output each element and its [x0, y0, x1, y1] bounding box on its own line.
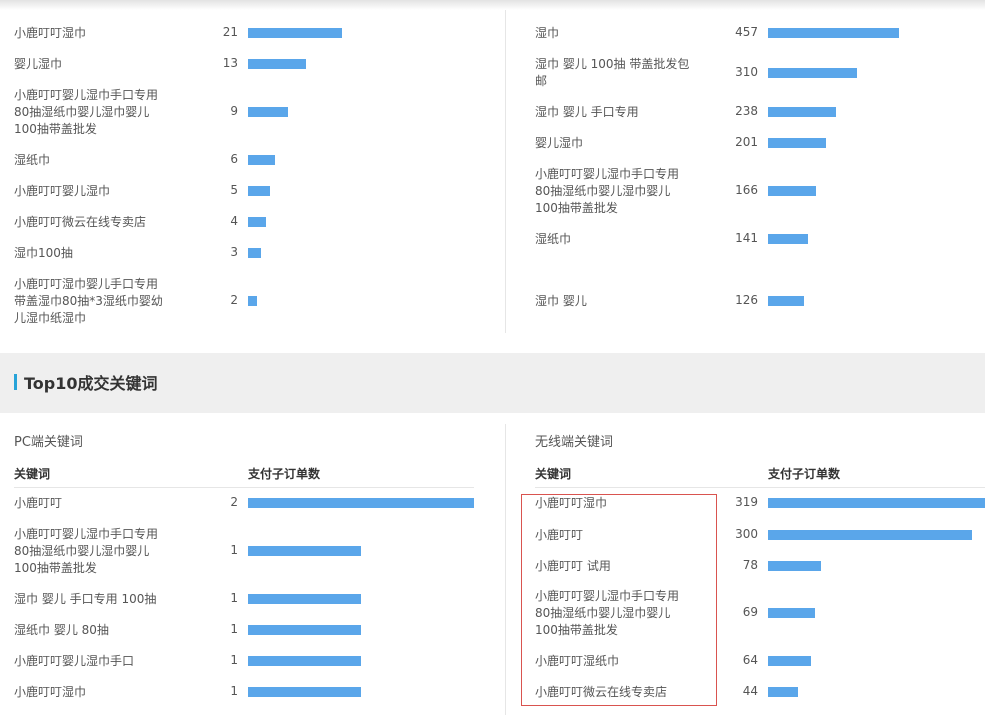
keyword-label: 湿巾 婴儿 — [535, 293, 587, 308]
order-count: 319 — [735, 495, 758, 509]
keyword-label: 湿巾 — [535, 25, 560, 40]
order-bar — [768, 107, 836, 117]
order-count: 238 — [735, 104, 758, 118]
wireless-col-orders: 支付子订单数 — [768, 467, 841, 481]
keyword-label: 湿巾 婴儿 100抽 带盖批发包 邮 — [535, 57, 690, 88]
order-bar — [768, 530, 972, 540]
bottom-column-divider — [505, 424, 506, 715]
keyword-label: 湿纸巾 — [14, 152, 51, 167]
order-bar — [248, 625, 361, 635]
order-bar — [248, 498, 474, 508]
order-count: 300 — [735, 527, 758, 541]
order-bar — [248, 59, 306, 69]
order-count: 64 — [742, 653, 758, 667]
keyword-label: 小鹿叮叮湿巾婴儿手口专用 带盖湿巾80抽*3湿纸巾婴幼 儿湿巾纸湿巾 — [14, 276, 163, 325]
order-bar — [768, 68, 857, 78]
order-count: 2 — [230, 495, 238, 509]
keyword-label: 小鹿叮叮婴儿湿巾手口专用 80抽湿纸巾婴儿湿巾婴儿 100抽带盖批发 — [14, 87, 159, 136]
order-bar — [768, 608, 815, 618]
order-bar — [248, 107, 288, 117]
order-count: 3 — [230, 245, 238, 259]
order-count: 69 — [742, 605, 758, 619]
order-bar — [768, 561, 821, 571]
order-count: 1 — [230, 684, 238, 698]
order-bar — [248, 656, 361, 666]
order-bar — [248, 217, 266, 227]
keyword-label: 小鹿叮叮微云在线专卖店 — [14, 214, 147, 229]
order-bar — [768, 498, 985, 508]
order-bar — [768, 687, 798, 697]
order-count: 2 — [230, 293, 238, 307]
order-count: 9 — [230, 104, 238, 118]
order-bar — [248, 248, 261, 258]
keyword-label: 小鹿叮叮湿巾 — [535, 495, 608, 510]
order-count: 310 — [735, 65, 758, 79]
order-bar — [248, 687, 361, 697]
order-count: 1 — [230, 591, 238, 605]
keyword-label: 小鹿叮叮婴儿湿巾手口 — [14, 653, 135, 668]
order-count: 44 — [742, 684, 758, 698]
order-count: 126 — [735, 293, 758, 307]
order-bar — [768, 234, 808, 244]
keyword-label: 小鹿叮叮 — [14, 495, 63, 510]
order-bar — [768, 186, 816, 196]
keyword-label: 湿纸巾 婴儿 80抽 — [14, 622, 109, 637]
order-bar — [248, 594, 361, 604]
pc-keywords-title: PC端关键词 — [14, 435, 83, 450]
wireless-col-keyword: 关键词 — [535, 467, 572, 481]
pc-header-divider — [14, 487, 474, 488]
order-bar — [248, 28, 342, 38]
order-count: 5 — [230, 183, 238, 197]
order-count: 166 — [735, 183, 758, 197]
section-title: Top10成交关键词 — [14, 372, 158, 393]
order-bar — [768, 296, 804, 306]
keyword-label: 小鹿叮叮湿巾 — [14, 25, 87, 40]
keyword-label: 小鹿叮叮婴儿湿巾手口专用 80抽湿纸巾婴儿湿巾婴儿 100抽带盖批发 — [14, 526, 159, 575]
wireless-keywords-title: 无线端关键词 — [535, 435, 614, 450]
section-title-text: Top10成交关键词 — [24, 374, 158, 393]
keyword-label: 小鹿叮叮 — [535, 527, 584, 542]
top-shadow — [0, 0, 985, 10]
section-accent-bar — [14, 374, 17, 390]
order-count: 4 — [230, 214, 238, 228]
order-bar — [768, 28, 899, 38]
order-count: 21 — [222, 25, 238, 39]
keyword-label: 小鹿叮叮 试用 — [535, 558, 611, 573]
top-column-divider — [505, 10, 506, 333]
order-count: 1 — [230, 543, 238, 557]
order-count: 6 — [230, 152, 238, 166]
order-count: 1 — [230, 622, 238, 636]
keyword-label: 婴儿湿巾 — [535, 135, 584, 150]
pc-col-orders: 支付子订单数 — [248, 467, 321, 481]
keyword-label: 婴儿湿巾 — [14, 56, 63, 71]
wireless-header-divider — [535, 487, 985, 488]
order-count: 13 — [222, 56, 238, 70]
order-bar — [248, 186, 270, 196]
pc-col-keyword: 关键词 — [14, 467, 51, 481]
order-bar — [768, 656, 811, 666]
keyword-label: 小鹿叮叮微云在线专卖店 — [535, 684, 668, 699]
keyword-label: 湿巾 婴儿 手口专用 — [535, 104, 639, 119]
order-bar — [248, 296, 257, 306]
keyword-label: 小鹿叮叮湿巾 — [14, 684, 87, 699]
keyword-label: 湿巾100抽 — [14, 245, 73, 260]
order-bar — [248, 546, 361, 556]
keyword-label: 小鹿叮叮湿纸巾 — [535, 653, 620, 668]
order-bar — [248, 155, 275, 165]
order-count: 78 — [742, 558, 758, 572]
keyword-label: 小鹿叮叮婴儿湿巾手口专用 80抽湿纸巾婴儿湿巾婴儿 100抽带盖批发 — [535, 588, 680, 637]
keyword-label: 小鹿叮叮婴儿湿巾 — [14, 183, 111, 198]
order-count: 141 — [735, 231, 758, 245]
order-count: 1 — [230, 653, 238, 667]
order-count: 457 — [735, 25, 758, 39]
keyword-label: 湿巾 婴儿 手口专用 100抽 — [14, 591, 157, 606]
keyword-label: 小鹿叮叮婴儿湿巾手口专用 80抽湿纸巾婴儿湿巾婴儿 100抽带盖批发 — [535, 166, 680, 215]
keyword-label: 湿纸巾 — [535, 231, 572, 246]
order-bar — [768, 138, 826, 148]
order-count: 201 — [735, 135, 758, 149]
